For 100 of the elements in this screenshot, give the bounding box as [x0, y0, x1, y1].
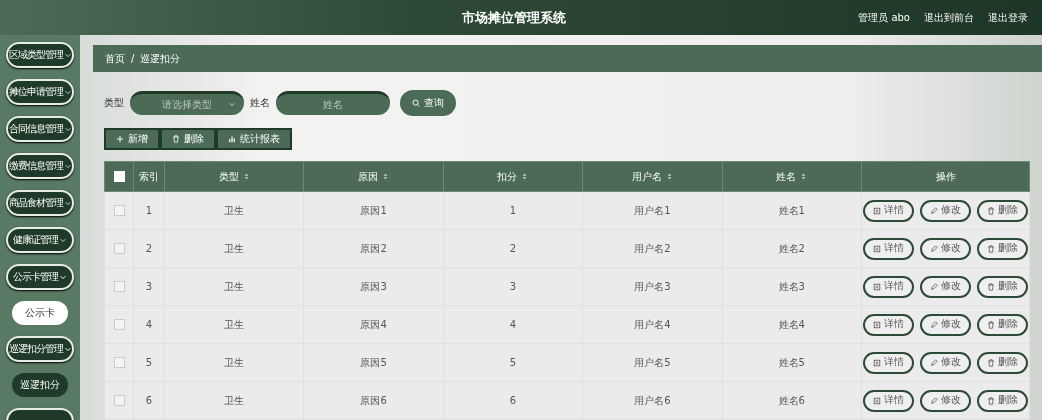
- table-cell: 用户名5: [582, 343, 723, 382]
- table-cell: 姓名5: [722, 343, 862, 382]
- detail-button[interactable]: 详情: [863, 237, 914, 260]
- trash-icon: [987, 320, 995, 329]
- checkbox[interactable]: [113, 243, 125, 255]
- detail-button[interactable]: 详情: [863, 199, 914, 222]
- delete-button[interactable]: 删除: [977, 351, 1028, 374]
- checkbox[interactable]: [113, 357, 125, 369]
- trash-icon: [987, 282, 995, 291]
- document-icon: [873, 396, 881, 405]
- input-field[interactable]: 姓名: [276, 91, 390, 115]
- breadcrumb-item[interactable]: 首页: [105, 51, 125, 66]
- edit-button[interactable]: 修改: [920, 351, 971, 374]
- edit-button[interactable]: 修改: [920, 237, 971, 260]
- pencil-icon: [930, 244, 938, 253]
- menu-item[interactable]: 商品食材管理: [6, 190, 74, 216]
- edit-button[interactable]: 修改: [920, 275, 971, 298]
- table-cell: 姓名2: [722, 229, 862, 268]
- edit-button[interactable]: 修改: [920, 199, 971, 222]
- table-cell: 卫生: [164, 191, 304, 230]
- menu-item[interactable]: 公示卡管理: [6, 264, 74, 290]
- checkbox[interactable]: [113, 395, 125, 407]
- header-cell[interactable]: 姓名: [722, 161, 862, 192]
- header-link[interactable]: 管理员 abo: [858, 10, 910, 25]
- table-cell: 2: [443, 229, 583, 268]
- bar-chart-icon: [228, 135, 236, 143]
- chevron-icon: [63, 88, 72, 96]
- trash-icon: [987, 206, 995, 215]
- table-cell: 卫生: [164, 343, 304, 382]
- menu-item[interactable]: 摊位申请管理: [6, 79, 74, 105]
- edit-button[interactable]: 修改: [920, 389, 971, 412]
- checkbox[interactable]: [113, 281, 125, 293]
- menu-item[interactable]: 区域类型管理: [6, 42, 74, 68]
- trash-icon: [172, 135, 180, 143]
- delete-button[interactable]: 删除: [977, 199, 1028, 222]
- header-cell[interactable]: 类型: [164, 161, 304, 192]
- trash-icon: [987, 396, 995, 405]
- table-cell: 卫生: [164, 229, 304, 268]
- header-cell[interactable]: 用户名: [582, 161, 723, 192]
- table-cell: 卫生: [164, 305, 304, 344]
- table-cell: 1: [443, 191, 583, 230]
- table-cell: 用户名6: [582, 381, 723, 420]
- menu-item[interactable]: 合同信息管理: [6, 116, 74, 142]
- chevron-icon: [59, 236, 67, 244]
- menu-item[interactable]: 巡逻扣分管理: [6, 336, 74, 362]
- document-icon: [873, 206, 881, 215]
- app-title: 市场摊位管理系统: [462, 8, 566, 27]
- search-button[interactable]: 查询: [400, 90, 456, 116]
- delete-button[interactable]: 删除: [977, 275, 1028, 298]
- table-cell: 姓名6: [722, 381, 862, 420]
- header-link[interactable]: 退出登录: [988, 10, 1028, 25]
- table-cell: 原因5: [303, 343, 444, 382]
- delete-button[interactable]: 删除: [977, 313, 1028, 336]
- table-cell: 原因3: [303, 267, 444, 306]
- table-cell: 用户名2: [582, 229, 723, 268]
- search-icon: [412, 99, 420, 107]
- table-cell: 6: [133, 381, 165, 420]
- chevron-icon: [63, 199, 72, 207]
- delete-button[interactable]: 删除: [977, 389, 1028, 412]
- header-cell[interactable]: 原因: [303, 161, 444, 192]
- table-cell: 原因4: [303, 305, 444, 344]
- table-cell: 4: [133, 305, 165, 344]
- table-cell: 4: [443, 305, 583, 344]
- delete-button[interactable]: 删除: [977, 237, 1028, 260]
- table-cell: 姓名4: [722, 305, 862, 344]
- detail-button[interactable]: 详情: [863, 275, 914, 298]
- chevron-icon: [63, 345, 72, 353]
- chart-button[interactable]: 统计报表: [216, 128, 292, 150]
- field-label: 姓名: [250, 96, 270, 110]
- menu-item[interactable]: 健康证管理: [6, 227, 74, 253]
- menu-item[interactable]: 缴费信息管理: [6, 153, 74, 179]
- header-link[interactable]: 退出到前台: [924, 10, 974, 25]
- header-cell[interactable]: 扣分: [443, 161, 583, 192]
- delete-button[interactable]: 删除: [160, 128, 216, 150]
- table-cell: 原因1: [303, 191, 444, 230]
- table-cell: 5: [133, 343, 165, 382]
- document-icon: [873, 282, 881, 291]
- add-button[interactable]: 新增: [104, 128, 160, 150]
- table-cell: 卫生: [164, 381, 304, 420]
- breadcrumb-separator: /: [131, 53, 135, 64]
- table-cell: 6: [443, 381, 583, 420]
- detail-button[interactable]: 详情: [863, 313, 914, 336]
- detail-button[interactable]: 详情: [863, 351, 914, 374]
- detail-button[interactable]: 详情: [863, 389, 914, 412]
- header-cell: 索引: [133, 161, 165, 192]
- checkbox[interactable]: [113, 319, 125, 331]
- trash-icon: [987, 358, 995, 367]
- checkbox[interactable]: [113, 205, 125, 217]
- select-field[interactable]: 请选择类型: [130, 91, 244, 115]
- submenu-item[interactable]: 巡逻扣分: [12, 373, 68, 397]
- pencil-icon: [930, 206, 938, 215]
- chevron-icon: [63, 162, 72, 170]
- trash-icon: [987, 244, 995, 253]
- submenu-item[interactable]: 公示卡: [12, 301, 68, 325]
- edit-button[interactable]: 修改: [920, 313, 971, 336]
- header-cell: 操作: [861, 161, 1030, 192]
- table-cell: 姓名3: [722, 267, 862, 306]
- chevron-icon: [63, 51, 72, 59]
- table-cell: 5: [443, 343, 583, 382]
- table-cell: 姓名1: [722, 191, 862, 230]
